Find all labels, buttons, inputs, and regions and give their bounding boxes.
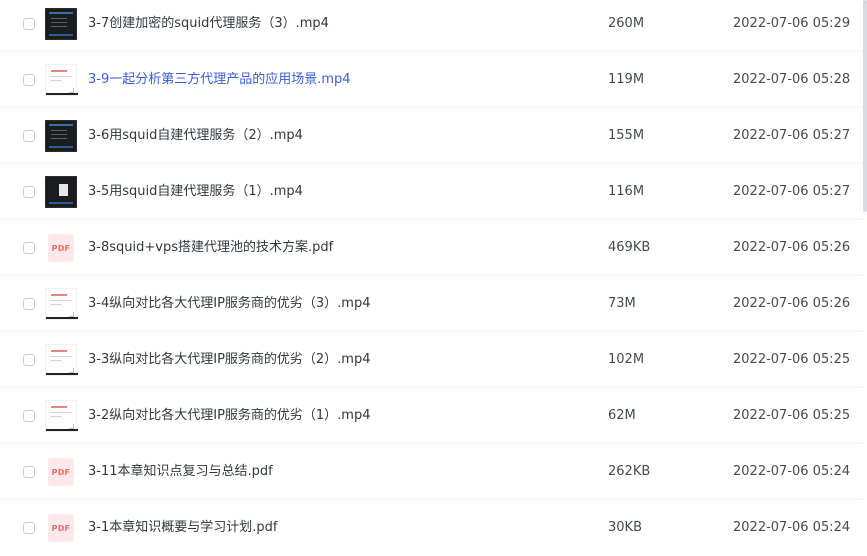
row-checkbox[interactable] [23, 298, 35, 310]
file-row[interactable]: PDF 3-1本章知识概要与学习计划.pdf 30KB 2022-07-06 05:2… [0, 500, 863, 556]
file-name-link[interactable]: 3-1本章知识概要与学习计划.pdf [88, 500, 277, 556]
pdf-icon: PDF [48, 234, 74, 262]
file-date: 2022-07-06 05:28 [733, 72, 851, 87]
file-row[interactable]: 3-4纵向对比各大代理IP服务商的优劣（3）.mp4 73M 2022-07-06 … [0, 276, 863, 332]
file-row[interactable]: PDF 3-11本章知识点复习与总结.pdf 262KB 2022-07-06 05:… [0, 444, 863, 500]
file-name-link[interactable]: 3-8squid+vps搭建代理池的技术方案.pdf [88, 220, 333, 276]
scrollbar-track[interactable] [863, 0, 867, 554]
pdf-icon: PDF [48, 514, 74, 542]
row-checkbox[interactable] [23, 74, 35, 86]
file-name-link[interactable]: 3-4纵向对比各大代理IP服务商的优劣（3）.mp4 [88, 276, 371, 332]
pdf-icon: PDF [48, 458, 74, 486]
scrollbar-thumb[interactable] [863, 0, 867, 212]
row-checkbox[interactable] [23, 354, 35, 366]
file-row[interactable]: 3-5用squid自建代理服务（1）.mp4 116M 2022-07-06 05:… [0, 164, 863, 220]
video-thumbnail-icon [45, 8, 77, 40]
file-date: 2022-07-06 05:29 [733, 16, 851, 31]
file-date: 2022-07-06 05:25 [733, 352, 851, 367]
row-checkbox[interactable] [23, 130, 35, 142]
file-date: 2022-07-06 05:24 [733, 520, 851, 535]
file-name-link[interactable]: 3-6用squid自建代理服务（2）.mp4 [88, 108, 303, 164]
file-size: 155M [608, 128, 645, 143]
file-size: 62M [608, 408, 636, 423]
video-thumbnail-icon [45, 64, 78, 96]
file-size: 262KB [608, 464, 651, 479]
file-row[interactable]: 3-3纵向对比各大代理IP服务商的优劣（2）.mp4 102M 2022-07-06… [0, 332, 863, 388]
file-date: 2022-07-06 05:24 [733, 464, 851, 479]
file-name-link[interactable]: 3-2纵向对比各大代理IP服务商的优劣（1）.mp4 [88, 388, 371, 444]
video-thumbnail-icon [45, 344, 78, 376]
row-checkbox[interactable] [23, 522, 35, 534]
file-name-link[interactable]: 3-11本章知识点复习与总结.pdf [88, 444, 273, 500]
file-date: 2022-07-06 05:26 [733, 296, 851, 311]
file-size: 116M [608, 184, 645, 199]
file-row[interactable]: PDF 3-8squid+vps搭建代理池的技术方案.pdf 469KB 2022-0… [0, 220, 863, 276]
file-row[interactable]: 3-6用squid自建代理服务（2）.mp4 155M 2022-07-06 05:… [0, 108, 863, 164]
file-name-link[interactable]: 3-7创建加密的squid代理服务（3）.mp4 [88, 0, 329, 52]
file-list: 3-7创建加密的squid代理服务（3）.mp4 260M 2022-07-06 0… [0, 0, 863, 556]
file-size: 119M [608, 72, 645, 87]
file-date: 2022-07-06 05:25 [733, 408, 851, 423]
file-name-link[interactable]: 3-9一起分析第三方代理产品的应用场景.mp4 [88, 52, 351, 108]
file-date: 2022-07-06 05:27 [733, 128, 851, 143]
file-date: 2022-07-06 05:26 [733, 240, 851, 255]
file-name-link[interactable]: 3-3纵向对比各大代理IP服务商的优劣（2）.mp4 [88, 332, 371, 388]
video-thumbnail-icon [45, 288, 78, 320]
row-checkbox[interactable] [23, 466, 35, 478]
file-size: 102M [608, 352, 645, 367]
file-size: 469KB [608, 240, 651, 255]
video-thumbnail-icon [45, 120, 77, 152]
file-size: 30KB [608, 520, 642, 535]
file-row[interactable]: 3-7创建加密的squid代理服务（3）.mp4 260M 2022-07-06 0… [0, 0, 863, 52]
file-row[interactable]: 3-2纵向对比各大代理IP服务商的优劣（1）.mp4 62M 2022-07-06 … [0, 388, 863, 444]
file-size: 260M [608, 16, 645, 31]
row-checkbox[interactable] [23, 18, 35, 30]
row-checkbox[interactable] [23, 186, 35, 198]
video-thumbnail-icon [45, 176, 77, 208]
row-checkbox[interactable] [23, 410, 35, 422]
file-row[interactable]: 3-9一起分析第三方代理产品的应用场景.mp4 119M 2022-07-06 05… [0, 52, 863, 108]
video-thumbnail-icon [45, 400, 78, 432]
file-size: 73M [608, 296, 636, 311]
file-date: 2022-07-06 05:27 [733, 184, 851, 199]
row-checkbox[interactable] [23, 242, 35, 254]
file-name-link[interactable]: 3-5用squid自建代理服务（1）.mp4 [88, 164, 303, 220]
